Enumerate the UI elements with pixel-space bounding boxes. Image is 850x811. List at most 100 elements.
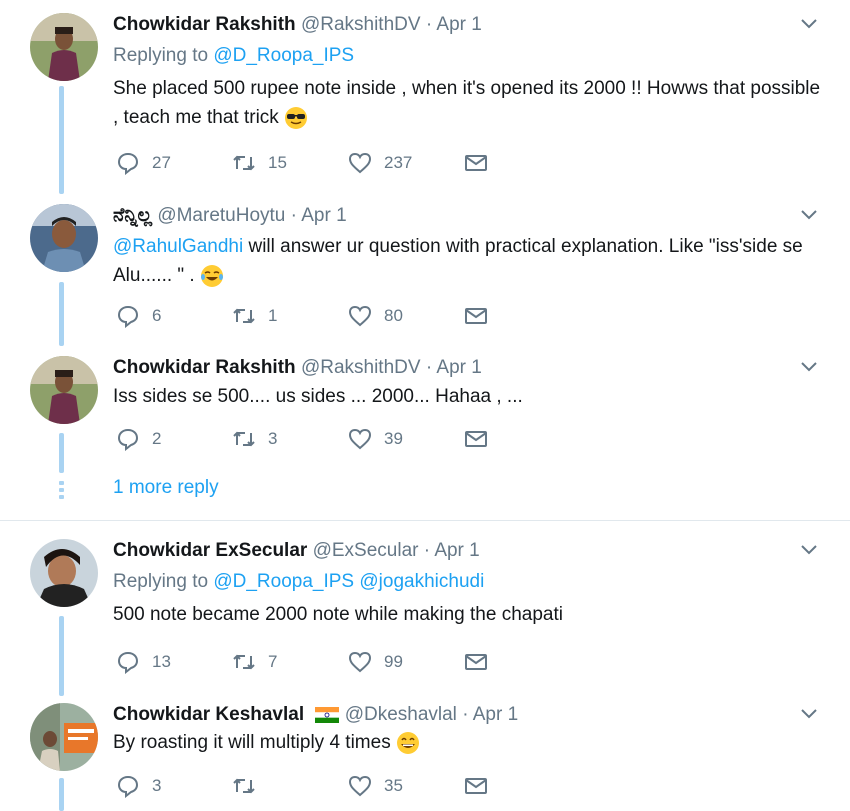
mention-link[interactable]: @jogakhichudi xyxy=(359,571,484,592)
tweet-date[interactable]: Apr 1 xyxy=(301,205,346,226)
retweet-button[interactable] xyxy=(232,774,348,798)
separator: · xyxy=(423,540,431,561)
like-count: 35 xyxy=(384,776,403,795)
like-button[interactable]: 80 xyxy=(348,304,464,328)
mail-icon xyxy=(465,431,487,447)
retweet-icon xyxy=(233,431,255,447)
thread-dots xyxy=(59,481,64,502)
reply-button[interactable]: 6 xyxy=(116,304,232,328)
tweet-header: Chowkidar Keshavlal @Dkeshavlal · Apr 1 xyxy=(113,703,830,727)
grinning-emoji-icon xyxy=(396,731,419,754)
mail-icon xyxy=(465,155,487,171)
thread-line xyxy=(59,433,64,473)
like-count: 99 xyxy=(384,652,403,671)
reply-count: 6 xyxy=(152,306,162,325)
mention-link[interactable]: @RahulGandhi xyxy=(113,236,243,257)
mail-icon xyxy=(465,778,487,794)
retweet-button[interactable]: 7 xyxy=(232,650,348,674)
separator: · xyxy=(290,205,297,226)
user-handle[interactable]: @RakshithDV xyxy=(301,357,421,378)
like-count: 39 xyxy=(384,429,403,448)
action-bar: 2 3 39 xyxy=(116,424,580,454)
tweet-header: ನೆನ್ನಿಲ್ಲ @MaretuHoytu · Apr 1 xyxy=(113,204,830,228)
tweet-date[interactable]: Apr 1 xyxy=(436,357,481,378)
thread-line xyxy=(59,778,64,811)
separator: · xyxy=(425,357,433,378)
retweet-count: 7 xyxy=(268,652,278,671)
separator: · xyxy=(462,704,469,725)
action-bar: 27 15 237 xyxy=(116,148,580,178)
like-count: 237 xyxy=(384,153,413,172)
reply-button[interactable]: 2 xyxy=(116,427,232,451)
reply-button[interactable]: 13 xyxy=(116,650,232,674)
heart-icon xyxy=(348,651,372,673)
tweet-text: She placed 500 rupee note inside , when … xyxy=(113,78,821,129)
replying-to: Replying to @D_Roopa_IPS @jogakhichudi xyxy=(113,571,485,592)
mention-link[interactable]: @D_Roopa_IPS xyxy=(213,45,354,66)
chevron-down-icon[interactable] xyxy=(798,13,820,35)
like-button[interactable]: 237 xyxy=(348,151,464,175)
reply-button[interactable]: 3 xyxy=(116,774,232,798)
dm-button[interactable] xyxy=(464,304,580,328)
reply-count: 3 xyxy=(152,776,162,795)
dm-button[interactable] xyxy=(464,427,580,451)
retweet-count: 1 xyxy=(268,306,278,325)
chevron-down-icon[interactable] xyxy=(798,703,820,725)
user-handle[interactable]: @ExSecular xyxy=(313,540,419,561)
retweet-button[interactable]: 1 xyxy=(232,304,348,328)
tweet-text: Iss sides se 500.... us sides ... 2000..… xyxy=(113,386,523,407)
avatar[interactable] xyxy=(30,703,98,771)
like-count: 80 xyxy=(384,306,403,325)
reply-icon xyxy=(117,428,139,451)
mention-link[interactable]: @D_Roopa_IPS xyxy=(213,571,354,592)
retweet-count: 3 xyxy=(268,429,278,448)
display-name[interactable]: ನೆನ್ನಿಲ್ಲ xyxy=(113,205,152,226)
like-button[interactable]: 35 xyxy=(348,774,464,798)
separator: · xyxy=(425,14,433,35)
mail-icon xyxy=(465,654,487,670)
sunglasses-emoji-icon xyxy=(285,106,308,129)
reply-icon xyxy=(117,651,139,674)
display-name[interactable]: Chowkidar Rakshith xyxy=(113,14,296,35)
thread-line xyxy=(59,282,64,346)
user-handle[interactable]: @Dkeshavlal xyxy=(345,704,457,725)
chevron-down-icon[interactable] xyxy=(798,204,820,226)
reply-icon xyxy=(117,152,139,175)
like-button[interactable]: 99 xyxy=(348,650,464,674)
heart-icon xyxy=(348,775,372,797)
avatar[interactable] xyxy=(30,539,98,607)
chevron-down-icon[interactable] xyxy=(798,539,820,561)
more-replies-link[interactable]: 1 more reply xyxy=(113,477,219,499)
display-name[interactable]: Chowkidar ExSecular xyxy=(113,540,307,561)
retweet-icon xyxy=(233,308,255,324)
display-name[interactable]: Chowkidar Keshavlal xyxy=(113,704,304,725)
dm-button[interactable] xyxy=(464,650,580,674)
dm-button[interactable] xyxy=(464,774,580,798)
tweet-text: By roasting it will multiply 4 times xyxy=(113,728,830,757)
retweet-icon xyxy=(233,654,255,670)
heart-icon xyxy=(348,305,372,327)
retweet-button[interactable]: 3 xyxy=(232,427,348,451)
reply-count: 13 xyxy=(152,652,171,671)
retweet-icon xyxy=(233,778,255,794)
thread-line xyxy=(59,616,64,696)
avatar[interactable] xyxy=(30,204,98,272)
retweet-button[interactable]: 15 xyxy=(232,151,348,175)
heart-icon xyxy=(348,152,372,174)
like-button[interactable]: 39 xyxy=(348,427,464,451)
tweet-date[interactable]: Apr 1 xyxy=(473,704,518,725)
avatar[interactable] xyxy=(30,356,98,424)
chevron-down-icon[interactable] xyxy=(798,356,820,378)
dm-button[interactable] xyxy=(464,151,580,175)
avatar[interactable] xyxy=(30,13,98,81)
display-name[interactable]: Chowkidar Rakshith xyxy=(113,357,296,378)
reply-button[interactable]: 27 xyxy=(116,151,232,175)
user-handle[interactable]: @MaretuHoytu xyxy=(157,205,285,226)
tweet-date[interactable]: Apr 1 xyxy=(436,14,481,35)
tweet-date[interactable]: Apr 1 xyxy=(434,540,479,561)
user-handle[interactable]: @RakshithDV xyxy=(301,14,421,35)
action-bar: 13 7 99 xyxy=(116,647,580,677)
mail-icon xyxy=(465,308,487,324)
reply-icon xyxy=(117,305,139,328)
action-bar: 6 1 80 xyxy=(116,301,580,331)
